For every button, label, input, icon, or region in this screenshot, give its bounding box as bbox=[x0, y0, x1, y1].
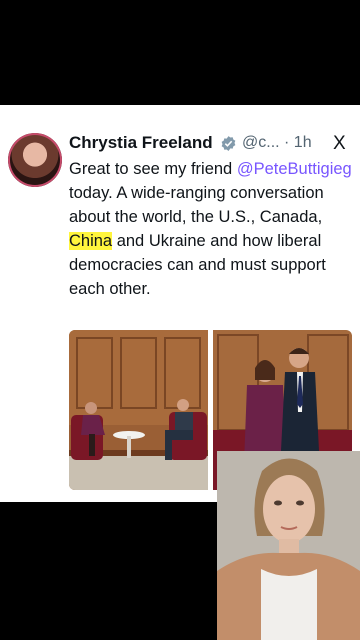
text-part-1: Great to see my friend bbox=[69, 160, 237, 178]
handle-time[interactable]: @c... · 1h bbox=[242, 134, 312, 152]
presenter-camera-overlay bbox=[217, 451, 360, 640]
verified-badge-icon bbox=[221, 136, 236, 151]
avatar-ring bbox=[8, 133, 62, 187]
tweet-photo-seated[interactable] bbox=[69, 330, 208, 490]
mention-link[interactable]: @PeteButtigieg bbox=[237, 160, 352, 178]
author-name[interactable]: Chrystia Freeland bbox=[69, 133, 213, 153]
tweet-card: Chrystia Freeland @c... · 1h X Great to … bbox=[0, 105, 360, 502]
x-logo-icon[interactable]: X bbox=[333, 133, 346, 155]
highlighted-word: China bbox=[69, 232, 113, 250]
tweet-text: Great to see my friend @PeteButtigieg to… bbox=[69, 157, 354, 301]
author-avatar[interactable] bbox=[8, 133, 62, 187]
text-part-2: today. A wide-ranging conversation about… bbox=[69, 184, 324, 226]
